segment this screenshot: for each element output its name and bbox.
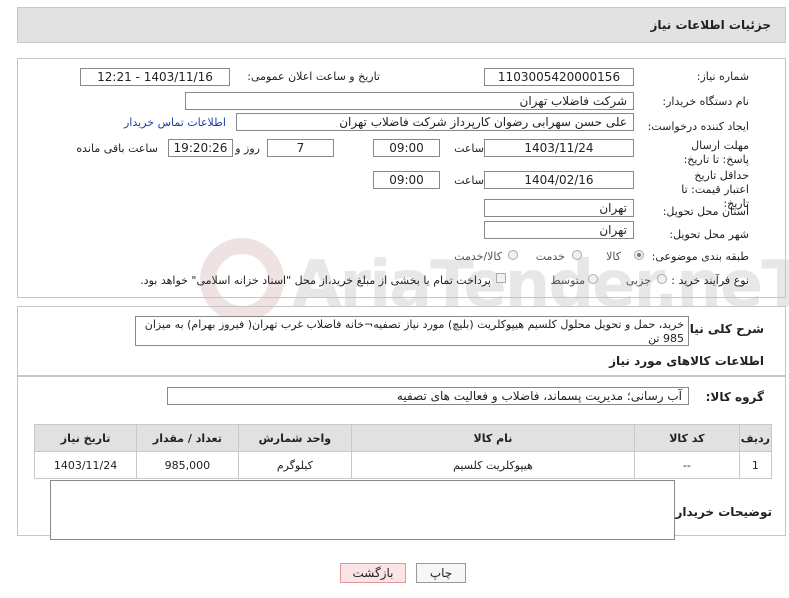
goods-group-field: آب رسانی؛ مدیریت پسماند، فاضلاب و فعالیت… — [167, 387, 689, 405]
province-label: استان محل تحویل: — [662, 205, 749, 218]
goods-group-label: گروه کالا: — [705, 390, 764, 404]
announce-datetime-label: تاریخ و ساعت اعلان عمومی: — [247, 70, 380, 83]
city-field: تهران — [484, 221, 634, 239]
process-medium-radio[interactable] — [588, 274, 598, 284]
process-medium-label: متوسط — [550, 274, 585, 287]
cell-quantity: 985,000 — [136, 451, 239, 479]
category-service-radio[interactable] — [572, 250, 582, 260]
buyer-org-field: شرکت فاضلاب تهران — [185, 92, 634, 110]
treasury-note: پرداخت تمام یا بخشی از مبلغ خرید،از محل … — [140, 274, 491, 287]
page-header: جزئیات اطلاعات نیاز — [17, 7, 786, 43]
days-label: روز و — [235, 142, 260, 155]
buyer-notes-field[interactable] — [50, 480, 675, 540]
reply-deadline-label: مهلت ارسال پاسخ: تا تاریخ: — [683, 139, 749, 166]
cell-date: 1403/11/24 — [33, 451, 138, 479]
table-row: 1 -- هیپوکلریت کلسیم کیلوگرم 985,000 140… — [33, 451, 773, 479]
requester-field: علی حسن سهرابی رضوان کارپرداز شرکت فاضلا… — [236, 113, 634, 131]
city-label: شهر محل تحویل: — [669, 228, 749, 241]
cell-unit: کیلوگرم — [237, 451, 352, 479]
treasury-checkbox[interactable] — [496, 273, 506, 283]
announce-datetime-field: 1403/11/16 - 12:21 — [80, 68, 230, 86]
buyer-notes-label: توضیحات خریدار: — [670, 505, 772, 519]
col-date: تاریخ نیاز — [33, 424, 138, 452]
description-field: خرید، حمل و تحویل محلول کلسیم هیپوکلریت … — [135, 316, 689, 346]
back-button[interactable]: بازگشت — [340, 563, 406, 583]
category-goods-radio[interactable] — [634, 250, 644, 260]
reply-deadline-time-label: ساعت — [454, 142, 484, 155]
price-validity-time-label: ساعت — [454, 174, 484, 187]
goods-section-title: اطلاعات کالاهای مورد نیاز — [609, 354, 764, 368]
col-unit: واحد شمارش — [237, 424, 352, 452]
cell-name: هیپوکلریت کلسیم — [350, 451, 635, 479]
process-minor-label: جزیی — [625, 274, 651, 287]
cell-row: 1 — [738, 451, 773, 479]
requester-label: ایجاد کننده درخواست: — [647, 120, 749, 133]
goods-table-header: ردیف کد کالا نام کالا واحد شمارش تعداد /… — [33, 424, 773, 452]
category-goods-label: کالا — [606, 250, 621, 263]
cell-code: -- — [633, 451, 740, 479]
need-number-field: 1103005420000156 — [484, 68, 634, 86]
col-code: کد کالا — [633, 424, 740, 452]
col-quantity: تعداد / مقدار — [136, 424, 239, 452]
buyer-org-label: نام دستگاه خریدار: — [662, 95, 749, 108]
price-validity-time: 09:00 — [373, 171, 440, 189]
goods-table: ردیف کد کالا نام کالا واحد شمارش تعداد /… — [33, 424, 773, 479]
price-validity-date: 1404/02/16 — [484, 171, 634, 189]
description-label: شرح کلی نیاز: — [678, 322, 764, 336]
col-row: ردیف — [738, 424, 773, 452]
province-field: تهران — [484, 199, 634, 217]
reply-deadline-time: 09:00 — [373, 139, 440, 157]
purchase-process-label: نوع فرآیند خرید : — [671, 274, 749, 287]
reply-deadline-date: 1403/11/24 — [484, 139, 634, 157]
page-title: جزئیات اطلاعات نیاز — [650, 18, 771, 32]
category-goods-service-radio[interactable] — [508, 250, 518, 260]
need-number-label: شماره نیاز: — [696, 70, 749, 83]
category-label: طبقه بندی موضوعی: — [651, 250, 749, 263]
print-button[interactable]: چاپ — [416, 563, 466, 583]
remaining-time: 19:20:26 — [168, 139, 233, 157]
remaining-label: ساعت باقی مانده — [76, 142, 158, 155]
category-goods-service-label: کالا/خدمت — [454, 250, 502, 263]
category-service-label: خدمت — [535, 250, 565, 263]
remaining-days: 7 — [267, 139, 334, 157]
process-minor-radio[interactable] — [657, 274, 667, 284]
buyer-contact-link[interactable]: اطلاعات تماس خریدار — [124, 116, 226, 129]
col-name: نام کالا — [350, 424, 635, 452]
